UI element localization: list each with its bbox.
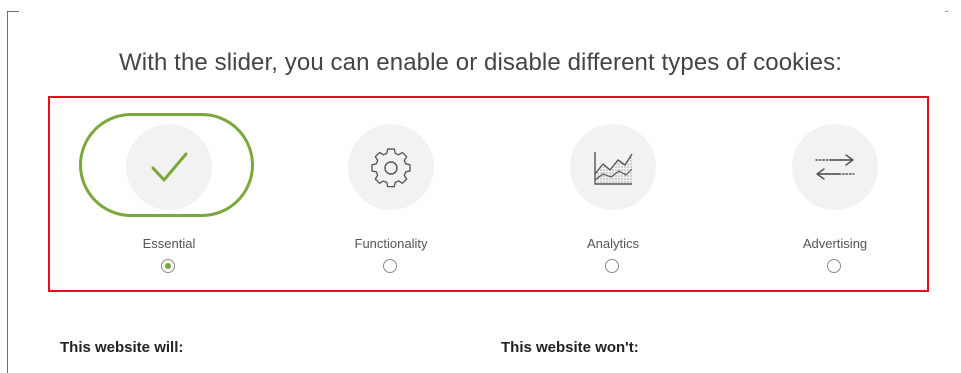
- modal-border-top-right: [945, 11, 948, 12]
- modal-border-left: [7, 11, 8, 373]
- modal-border-top: [7, 11, 19, 12]
- area-chart-icon: [594, 152, 633, 185]
- cookie-level-selector: Essential Functionality Analytics Advert…: [48, 96, 929, 292]
- analytics-icon-circle[interactable]: [570, 124, 656, 210]
- cookie-slider-heading: With the slider, you can enable or disab…: [119, 49, 842, 76]
- radio-essential[interactable]: [161, 259, 175, 273]
- advertising-icon-circle[interactable]: [792, 124, 878, 210]
- option-label-analytics: Analytics: [586, 236, 640, 251]
- gear-icon: [371, 148, 411, 188]
- option-functionality[interactable]: Functionality: [292, 98, 492, 288]
- option-label-essential: Essential: [142, 236, 196, 251]
- exchange-arrows-icon: [815, 154, 855, 180]
- checkmark-icon: [151, 152, 188, 182]
- option-label-advertising: Advertising: [802, 236, 868, 251]
- option-essential[interactable]: Essential: [70, 98, 270, 288]
- radio-advertising[interactable]: [827, 259, 841, 273]
- radio-analytics[interactable]: [605, 259, 619, 273]
- will-heading: This website will:: [60, 339, 184, 356]
- essential-icon-circle[interactable]: [126, 124, 212, 210]
- radio-functionality[interactable]: [383, 259, 397, 273]
- functionality-icon-circle[interactable]: [348, 124, 434, 210]
- cookie-settings-panel: With the slider, you can enable or disab…: [0, 0, 961, 373]
- wont-heading: This website won't:: [501, 339, 639, 356]
- option-label-functionality: Functionality: [354, 236, 428, 251]
- option-analytics[interactable]: Analytics: [514, 98, 714, 288]
- option-advertising[interactable]: Advertising: [736, 98, 936, 288]
